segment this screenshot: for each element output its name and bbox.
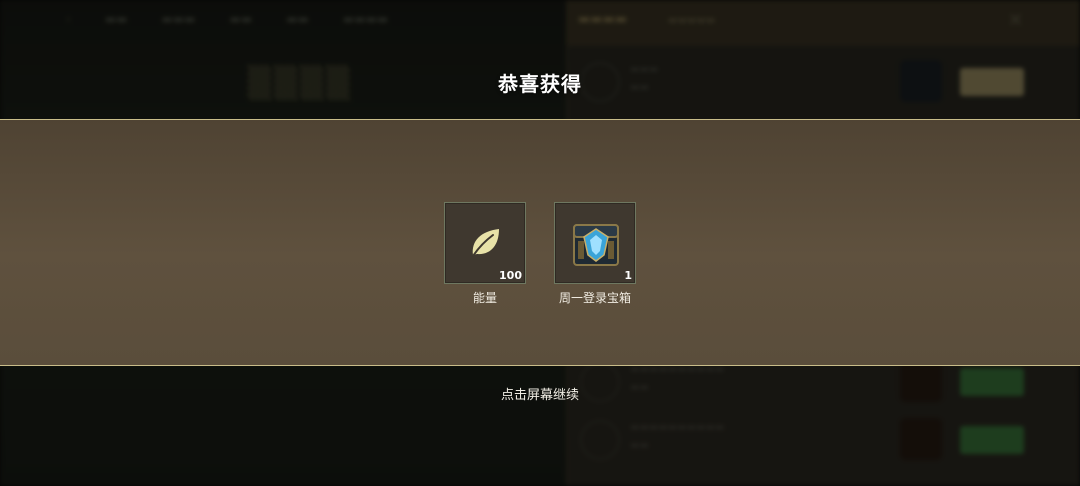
- popup-title: 恭喜获得: [498, 72, 582, 96]
- reward-item-chest[interactable]: 1 周一登录宝箱: [554, 202, 636, 306]
- reward-item-energy[interactable]: 100 能量: [444, 202, 526, 306]
- reward-count: 1: [624, 269, 632, 282]
- reward-count: 100: [499, 269, 522, 282]
- leaf-icon: [472, 229, 499, 257]
- reward-icon-frame: 1: [554, 202, 636, 284]
- continue-hint[interactable]: 点击屏幕继续: [0, 384, 1080, 403]
- treasure-chest-icon: [573, 224, 619, 266]
- reward-name: 周一登录宝箱: [558, 291, 631, 305]
- reward-icon-frame: 100: [444, 202, 526, 284]
- reward-band: 100 能量 1 周一登录宝箱: [0, 119, 1080, 366]
